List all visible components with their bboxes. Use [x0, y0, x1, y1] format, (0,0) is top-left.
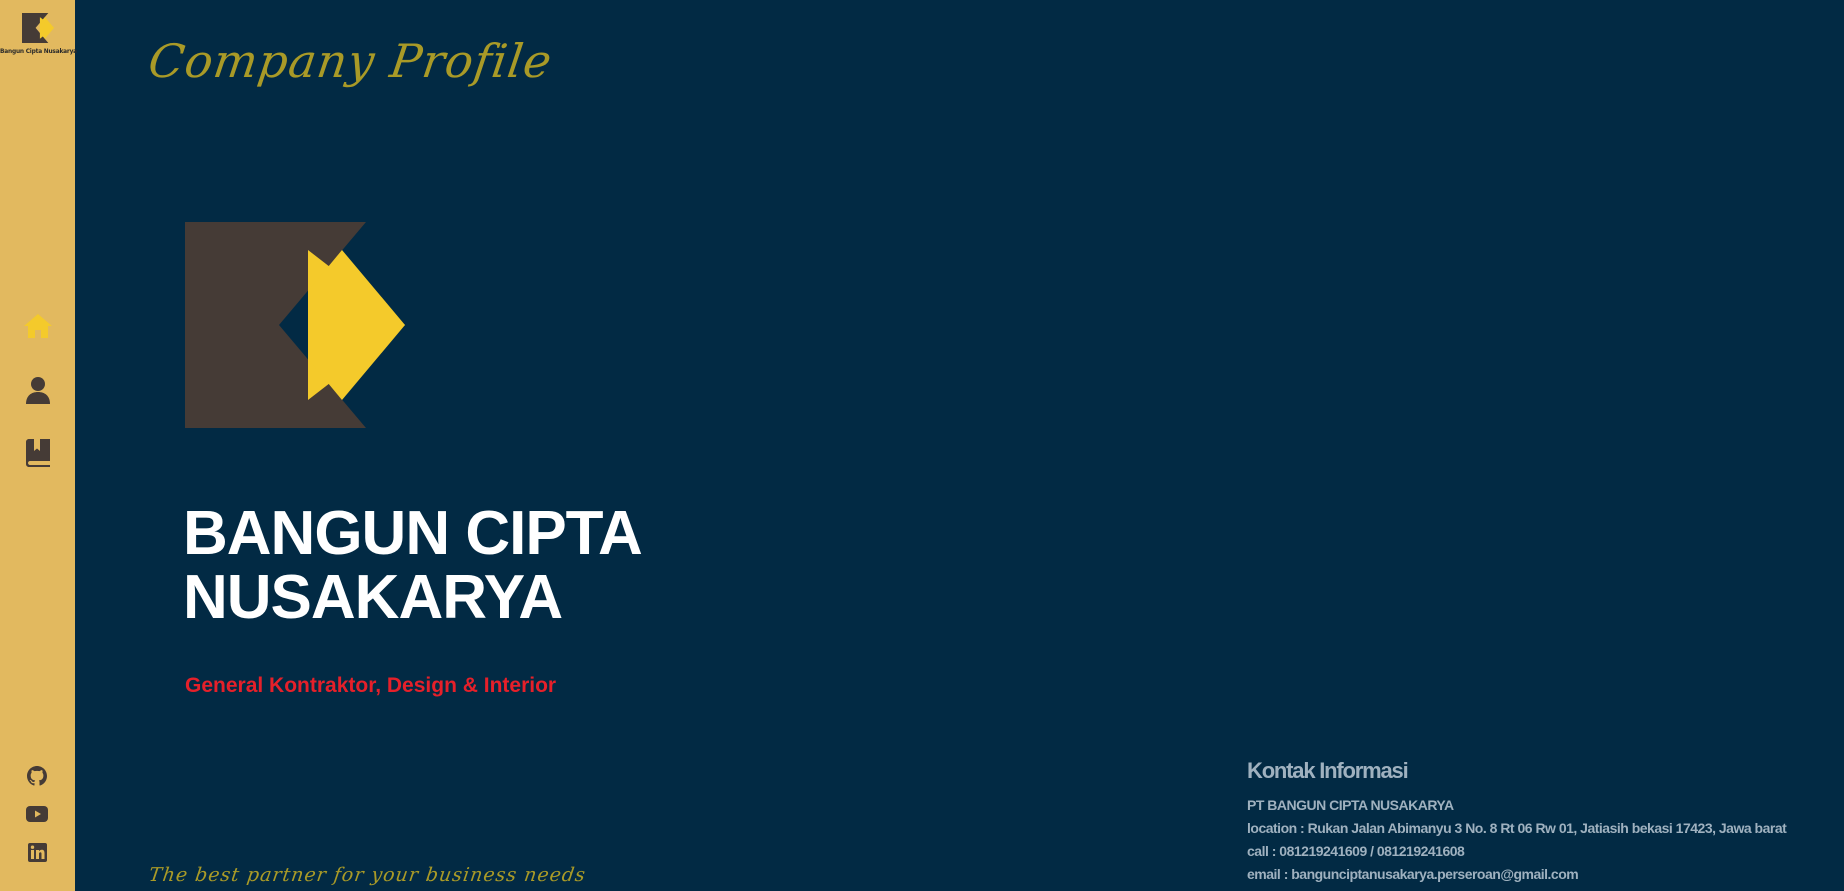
contact-email: email : bangunciptanusakarya.perseroan@g…	[1247, 866, 1579, 882]
company-logo	[185, 222, 405, 428]
nav-item-portfolio[interactable]	[22, 437, 54, 469]
contact-location: location : Rukan Jalan Abimanyu 3 No. 8 …	[1247, 820, 1787, 836]
contact-title: Kontak Informasi	[1247, 758, 1409, 783]
brand-logo-icon	[21, 12, 54, 44]
main-content: Company Profile BANGUN CIPTA NUSAKARYA G…	[75, 0, 1844, 891]
nav-item-profile[interactable]	[22, 374, 54, 406]
github-icon	[27, 766, 47, 786]
brand-name: Bangun Cipta Nusakarya	[0, 47, 77, 55]
tagline: The best partner for your business needs	[147, 864, 588, 886]
linkedin-icon	[27, 842, 47, 862]
page-heading: Company Profile	[145, 34, 556, 88]
book-icon	[26, 439, 50, 467]
contact-phone: call : 081219241609 / 081219241608	[1247, 843, 1465, 859]
home-icon	[24, 314, 52, 338]
company-subtitle: General Kontraktor, Design & Interior	[185, 674, 557, 697]
social-youtube[interactable]	[26, 803, 48, 825]
brand-logo-link[interactable]: Bangun Cipta Nusakarya	[0, 12, 77, 55]
contact-company: PT BANGUN CIPTA NUSAKARYA	[1247, 797, 1454, 813]
social-linkedin[interactable]	[26, 841, 48, 863]
company-title: BANGUN CIPTA NUSAKARYA	[183, 499, 643, 632]
company-title-line2: NUSAKARYA	[183, 563, 563, 632]
nav-item-home[interactable]	[22, 310, 54, 342]
contact-info: Kontak Informasi PT BANGUN CIPTA NUSAKAR…	[1247, 758, 1787, 886]
sidebar: Bangun Cipta Nusakarya	[0, 0, 77, 891]
company-title-line1: BANGUN CIPTA	[183, 499, 643, 568]
user-icon	[26, 377, 50, 404]
youtube-icon	[26, 806, 48, 822]
social-github[interactable]	[26, 765, 48, 787]
